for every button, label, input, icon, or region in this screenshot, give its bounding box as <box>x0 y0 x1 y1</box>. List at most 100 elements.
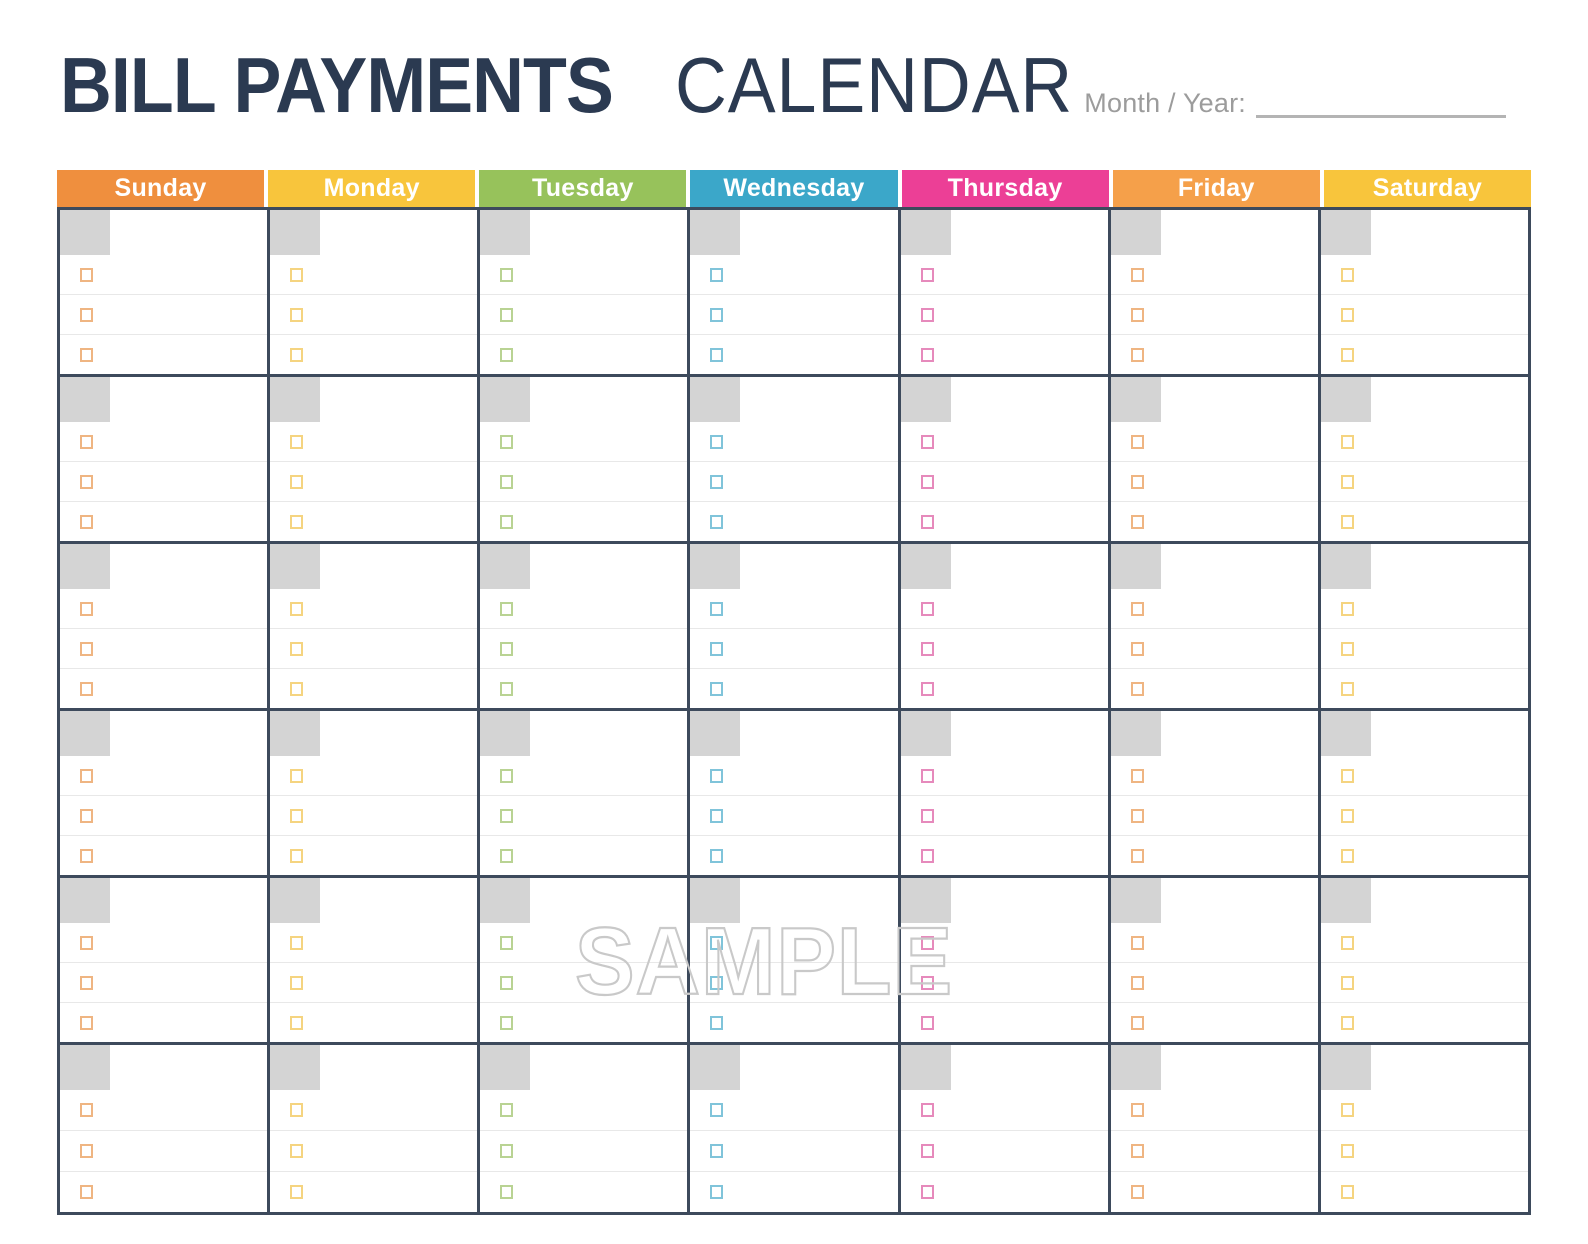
bill-entry-row[interactable] <box>1111 1090 1318 1130</box>
bill-entry-row[interactable] <box>690 255 897 294</box>
day-cell-friday[interactable] <box>1110 377 1321 541</box>
bill-entry-row[interactable] <box>900 628 1108 668</box>
date-number-box[interactable] <box>1320 1045 1371 1090</box>
bill-paid-checkbox[interactable] <box>1130 307 1144 322</box>
bill-paid-checkbox[interactable] <box>290 474 304 489</box>
bill-paid-checkbox[interactable] <box>1130 808 1144 823</box>
bill-entry-row[interactable] <box>690 1171 898 1212</box>
day-cell-friday[interactable] <box>1110 1045 1321 1212</box>
bill-paid-checkbox[interactable] <box>710 975 724 990</box>
bill-paid-checkbox[interactable] <box>1340 975 1354 990</box>
bill-entry-row[interactable] <box>1320 294 1528 334</box>
bill-entry-row[interactable] <box>1111 589 1318 628</box>
bill-entry-row[interactable] <box>900 1130 1108 1171</box>
bill-entry-row[interactable] <box>1320 461 1528 501</box>
bill-paid-checkbox[interactable] <box>920 808 934 823</box>
bill-paid-checkbox[interactable] <box>920 514 934 529</box>
bill-entry-row[interactable] <box>270 589 477 628</box>
bill-entry-row[interactable] <box>60 1130 268 1171</box>
bill-paid-checkbox[interactable] <box>1340 434 1354 449</box>
day-cell-tuesday[interactable] <box>480 711 691 875</box>
bill-entry-row[interactable] <box>480 422 687 461</box>
bill-entry-row[interactable] <box>1321 422 1528 461</box>
bill-paid-checkbox[interactable] <box>1130 1185 1144 1199</box>
bill-paid-checkbox[interactable] <box>710 601 724 616</box>
bill-paid-checkbox[interactable] <box>1340 641 1354 656</box>
bill-entry-row[interactable] <box>480 501 688 541</box>
bill-paid-checkbox[interactable] <box>710 808 724 823</box>
bill-paid-checkbox[interactable] <box>1130 1144 1144 1158</box>
bill-entry-row[interactable] <box>1321 589 1528 628</box>
date-number-box[interactable] <box>270 1045 321 1090</box>
bill-paid-checkbox[interactable] <box>80 1015 93 1030</box>
date-number-box[interactable] <box>1110 377 1161 422</box>
bill-paid-checkbox[interactable] <box>710 1185 724 1199</box>
day-cell-sunday[interactable] <box>60 377 271 541</box>
bill-entry-row[interactable] <box>690 756 897 795</box>
date-number-box[interactable] <box>270 544 321 589</box>
bill-paid-checkbox[interactable] <box>920 1015 934 1030</box>
bill-entry-row[interactable] <box>480 255 687 294</box>
bill-paid-checkbox[interactable] <box>1130 1015 1144 1030</box>
day-cell-monday[interactable] <box>270 1045 481 1212</box>
day-cell-sunday[interactable] <box>60 544 271 708</box>
bill-paid-checkbox[interactable] <box>710 1103 724 1117</box>
day-cell-wednesday[interactable] <box>690 878 901 1042</box>
bill-paid-checkbox[interactable] <box>710 935 724 950</box>
bill-paid-checkbox[interactable] <box>710 641 724 656</box>
bill-paid-checkbox[interactable] <box>1130 1103 1144 1117</box>
bill-paid-checkbox[interactable] <box>290 1144 304 1158</box>
date-number-box[interactable] <box>1110 544 1161 589</box>
bill-entry-row[interactable] <box>1110 1130 1318 1171</box>
bill-paid-checkbox[interactable] <box>920 1185 934 1199</box>
bill-entry-row[interactable] <box>270 461 478 501</box>
bill-paid-checkbox[interactable] <box>80 1144 93 1158</box>
bill-paid-checkbox[interactable] <box>1130 848 1144 863</box>
day-cell-sunday[interactable] <box>60 210 271 374</box>
date-number-box[interactable] <box>1320 210 1371 255</box>
bill-paid-checkbox[interactable] <box>1340 1185 1354 1199</box>
bill-entry-row[interactable] <box>60 962 268 1002</box>
day-cell-wednesday[interactable] <box>690 1045 901 1212</box>
bill-entry-row[interactable] <box>690 334 898 374</box>
date-number-box[interactable] <box>690 544 741 589</box>
bill-paid-checkbox[interactable] <box>1130 347 1144 362</box>
bill-paid-checkbox[interactable] <box>1340 267 1354 282</box>
day-cell-monday[interactable] <box>270 210 481 374</box>
bill-paid-checkbox[interactable] <box>290 601 304 616</box>
bill-entry-row[interactable] <box>690 628 898 668</box>
day-cell-friday[interactable] <box>1110 878 1321 1042</box>
date-number-box[interactable] <box>270 377 321 422</box>
bill-entry-row[interactable] <box>480 835 688 875</box>
bill-paid-checkbox[interactable] <box>1130 768 1144 783</box>
bill-paid-checkbox[interactable] <box>1340 1144 1354 1158</box>
bill-entry-row[interactable] <box>1111 255 1318 294</box>
bill-paid-checkbox[interactable] <box>1130 474 1144 489</box>
bill-entry-row[interactable] <box>60 1171 268 1212</box>
date-number-box[interactable] <box>480 1045 531 1090</box>
bill-paid-checkbox[interactable] <box>920 474 934 489</box>
bill-entry-row[interactable] <box>270 255 477 294</box>
day-cell-friday[interactable] <box>1110 711 1321 875</box>
bill-paid-checkbox[interactable] <box>500 267 514 282</box>
bill-paid-checkbox[interactable] <box>710 434 724 449</box>
date-number-box[interactable] <box>690 377 741 422</box>
bill-paid-checkbox[interactable] <box>500 1103 514 1117</box>
bill-paid-checkbox[interactable] <box>710 267 724 282</box>
date-number-box[interactable] <box>1110 878 1161 923</box>
bill-entry-row[interactable] <box>1320 795 1528 835</box>
day-cell-sunday[interactable] <box>60 878 271 1042</box>
bill-paid-checkbox[interactable] <box>500 808 514 823</box>
date-number-box[interactable] <box>60 711 110 756</box>
bill-paid-checkbox[interactable] <box>290 935 304 950</box>
bill-paid-checkbox[interactable] <box>500 848 514 863</box>
bill-entry-row[interactable] <box>900 461 1108 501</box>
bill-entry-row[interactable] <box>690 1130 898 1171</box>
date-number-box[interactable] <box>270 210 321 255</box>
bill-paid-checkbox[interactable] <box>80 848 93 863</box>
bill-entry-row[interactable] <box>690 461 898 501</box>
bill-paid-checkbox[interactable] <box>710 1144 724 1158</box>
bill-entry-row[interactable] <box>900 962 1108 1002</box>
bill-entry-row[interactable] <box>270 1002 478 1042</box>
bill-paid-checkbox[interactable] <box>80 808 93 823</box>
